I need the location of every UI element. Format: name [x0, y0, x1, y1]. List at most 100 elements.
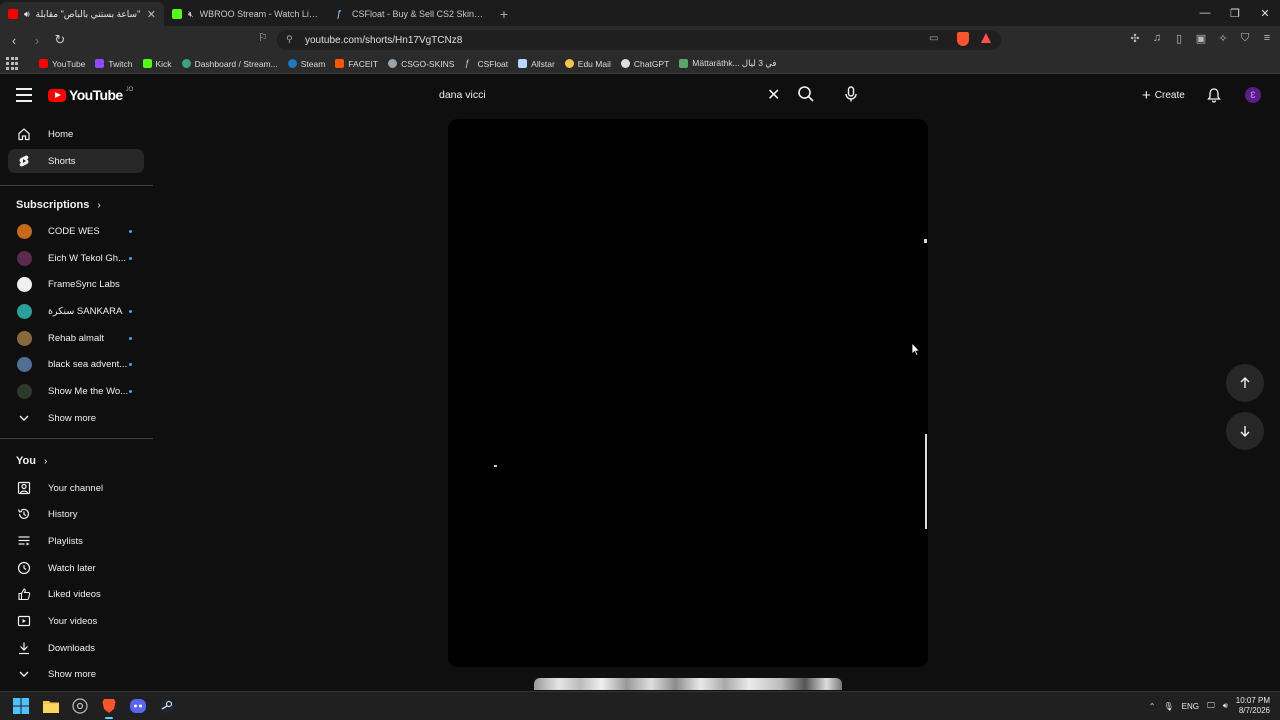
url-text: youtube.com/shorts/Hn17VgTCNz8	[305, 34, 463, 46]
search-icon[interactable]	[797, 85, 815, 103]
account-avatar[interactable]: Ɛ	[1245, 87, 1261, 103]
system-tray: ⌃ 🎙︎ ENG 🖵︎ 🔊︎ 10:07 PM 8/7/2026	[1149, 696, 1270, 716]
next-short-preview[interactable]	[534, 678, 842, 690]
apps-grid-icon[interactable]	[6, 56, 20, 71]
brave-rewards-icon[interactable]	[981, 33, 991, 43]
toolbar-extensions: ✣ ♫ ▯ ▣ ✧ ⛉ ≡	[1128, 31, 1274, 45]
vpn-icon[interactable]: ⛉	[1238, 31, 1252, 45]
sidebar-item-shorts[interactable]: Shorts	[8, 149, 144, 173]
cast-icon[interactable]: ▭	[929, 33, 938, 44]
sidebar-item-history[interactable]: History	[8, 502, 144, 526]
sidebar-item-subscription[interactable]: FrameSync Labs	[8, 272, 144, 296]
bookmark-icon[interactable]: ⚐	[258, 31, 268, 44]
network-icon[interactable]: 🖵︎	[1207, 701, 1215, 711]
kick-favicon-icon	[172, 9, 182, 19]
site-info-icon[interactable]: ⚲	[286, 34, 296, 44]
bookmark-steam[interactable]: Steam	[283, 59, 331, 69]
sidebar-item-liked-videos[interactable]: Liked videos	[8, 582, 144, 606]
microphone-icon[interactable]	[842, 85, 860, 103]
sidebar-item-downloads[interactable]: Downloads	[8, 636, 144, 660]
audio-icon[interactable]: 🔊︎	[24, 9, 30, 20]
show-hidden-icons-icon[interactable]: ⌃	[1149, 702, 1156, 711]
new-tab-button[interactable]: +	[492, 2, 516, 26]
sidebar-item-watch-later[interactable]: Watch later	[8, 556, 144, 580]
media-icon[interactable]: ♫	[1150, 31, 1164, 45]
bookmark-csgo-skins[interactable]: CSGO-SKINS	[383, 59, 459, 69]
sidebar-item-home[interactable]: Home	[8, 122, 144, 146]
sidebar-item-subscription[interactable]: Eich W Tekol Gh...	[8, 246, 144, 270]
sidebar-label: History	[48, 508, 78, 520]
close-window-icon[interactable]: ✕	[1250, 0, 1280, 26]
wallet-icon[interactable]: ▣	[1194, 31, 1208, 45]
you-heading[interactable]: You ›	[16, 455, 47, 467]
subscriptions-heading[interactable]: Subscriptions ›	[16, 199, 101, 211]
sidebar-label: Rehab almalt	[48, 332, 104, 344]
windows-start-icon[interactable]	[12, 697, 30, 715]
forward-icon[interactable]: ›	[27, 30, 47, 50]
next-short-button[interactable]	[1226, 412, 1264, 450]
mouse-cursor-icon	[911, 342, 921, 356]
bookmark-faceit[interactable]: FACEIT	[330, 59, 383, 69]
microphone-tray-icon[interactable]: 🎙︎	[1163, 702, 1173, 711]
tab-kick[interactable]: 🔇︎ WBROO Stream - Watch Live on Kick	[164, 2, 328, 26]
shorts-icon	[19, 155, 29, 167]
subscriptions-title: Subscriptions	[16, 199, 90, 211]
sidebar-show-more[interactable]: Show more	[8, 406, 144, 430]
leo-ai-icon[interactable]: ✧	[1216, 31, 1230, 45]
reload-icon[interactable]: ↻	[50, 30, 70, 50]
bookmark-kick[interactable]: Kick	[138, 59, 177, 69]
sidebar-item-subscription[interactable]: black sea advent...	[8, 352, 144, 376]
menu-icon[interactable]: ≡	[1260, 31, 1274, 45]
bookmark-csfloat[interactable]: ƒ CSFloat	[459, 59, 513, 69]
tab-youtube[interactable]: 🔊︎ "ساعة بستني بالباص" مقابلة ✕	[0, 2, 164, 26]
search-input[interactable]	[439, 88, 759, 101]
create-button[interactable]: + Create	[1133, 84, 1194, 106]
bookmark-twitch[interactable]: Twitch	[90, 59, 137, 69]
youtube-logo[interactable]: YouTube JO	[48, 87, 133, 103]
sidebar-show-more-2[interactable]: Show more	[8, 662, 144, 686]
steam-icon	[287, 59, 297, 68]
sidebar-item-your-videos[interactable]: Your videos	[8, 609, 144, 633]
discord-icon[interactable]	[129, 697, 147, 715]
maximize-icon[interactable]: ❐	[1220, 0, 1250, 26]
sidebar-item-your-channel[interactable]: Your channel	[8, 476, 144, 500]
language-indicator[interactable]: ENG	[1182, 702, 1199, 711]
bookmark-youtube[interactable]: YouTube	[34, 59, 90, 69]
clock-time: 10:07 PM	[1235, 696, 1270, 705]
bookmark-allstar[interactable]: Allstar	[513, 59, 560, 69]
notifications-bell-icon[interactable]	[1206, 87, 1222, 103]
sidebar-item-subscription[interactable]: CODE WES	[8, 219, 144, 243]
volume-icon[interactable]: 🔊︎	[1223, 701, 1228, 711]
bookmark-dashboard[interactable]: Dashboard / Stream...	[177, 59, 283, 69]
address-bar[interactable]: ⚲ youtube.com/shorts/Hn17VgTCNz8 ▭	[277, 30, 1001, 50]
previous-short-button[interactable]	[1226, 364, 1264, 402]
muted-audio-icon[interactable]: 🔇︎	[188, 9, 194, 20]
tab-csfloat[interactable]: ƒ CSFloat - Buy & Sell CS2 Skins on the	[328, 2, 492, 26]
brave-shield-icon[interactable]	[957, 32, 969, 46]
chrome-like-icon[interactable]	[71, 697, 89, 715]
brave-browser-icon[interactable]	[100, 697, 118, 719]
extensions-icon[interactable]: ✣	[1128, 31, 1142, 45]
steam-taskbar-icon[interactable]	[158, 697, 176, 715]
shorts-video-player[interactable]	[448, 119, 928, 667]
minimize-icon[interactable]: —	[1190, 0, 1220, 26]
file-explorer-icon[interactable]	[42, 697, 60, 715]
sidebar-item-playlists[interactable]: Playlists	[8, 529, 144, 553]
sidebar-toggle-icon[interactable]: ▯	[1172, 31, 1186, 45]
windows-taskbar: ⌃ 🎙︎ ENG 🖵︎ 🔊︎ 10:07 PM 8/7/2026	[0, 691, 1280, 720]
clock[interactable]: 10:07 PM 8/7/2026	[1236, 696, 1270, 716]
sidebar-item-subscription[interactable]: سنكرة SANKARA	[8, 299, 144, 323]
tab-close-icon[interactable]: ✕	[147, 8, 156, 21]
video-artifact	[924, 239, 927, 243]
bookmark-label: CSGO-SKINS	[401, 58, 455, 69]
bookmark-edu-mail[interactable]: Edu Mail	[560, 59, 616, 69]
sidebar-item-subscription[interactable]: Show Me the Wo...	[8, 379, 144, 403]
clear-search-icon[interactable]: ✕	[767, 85, 780, 105]
sidebar-label: Your channel	[48, 482, 104, 494]
hamburger-menu-icon[interactable]	[16, 88, 32, 102]
sidebar-item-subscription[interactable]: Rehab almalt	[8, 326, 144, 350]
bookmark-mattarathk[interactable]: Mättaräthk... في 3 ليال	[674, 58, 781, 69]
bookmark-label: Allstar	[531, 58, 555, 69]
bookmark-chatgpt[interactable]: ChatGPT	[616, 59, 674, 69]
back-icon[interactable]: ‹	[4, 30, 24, 50]
